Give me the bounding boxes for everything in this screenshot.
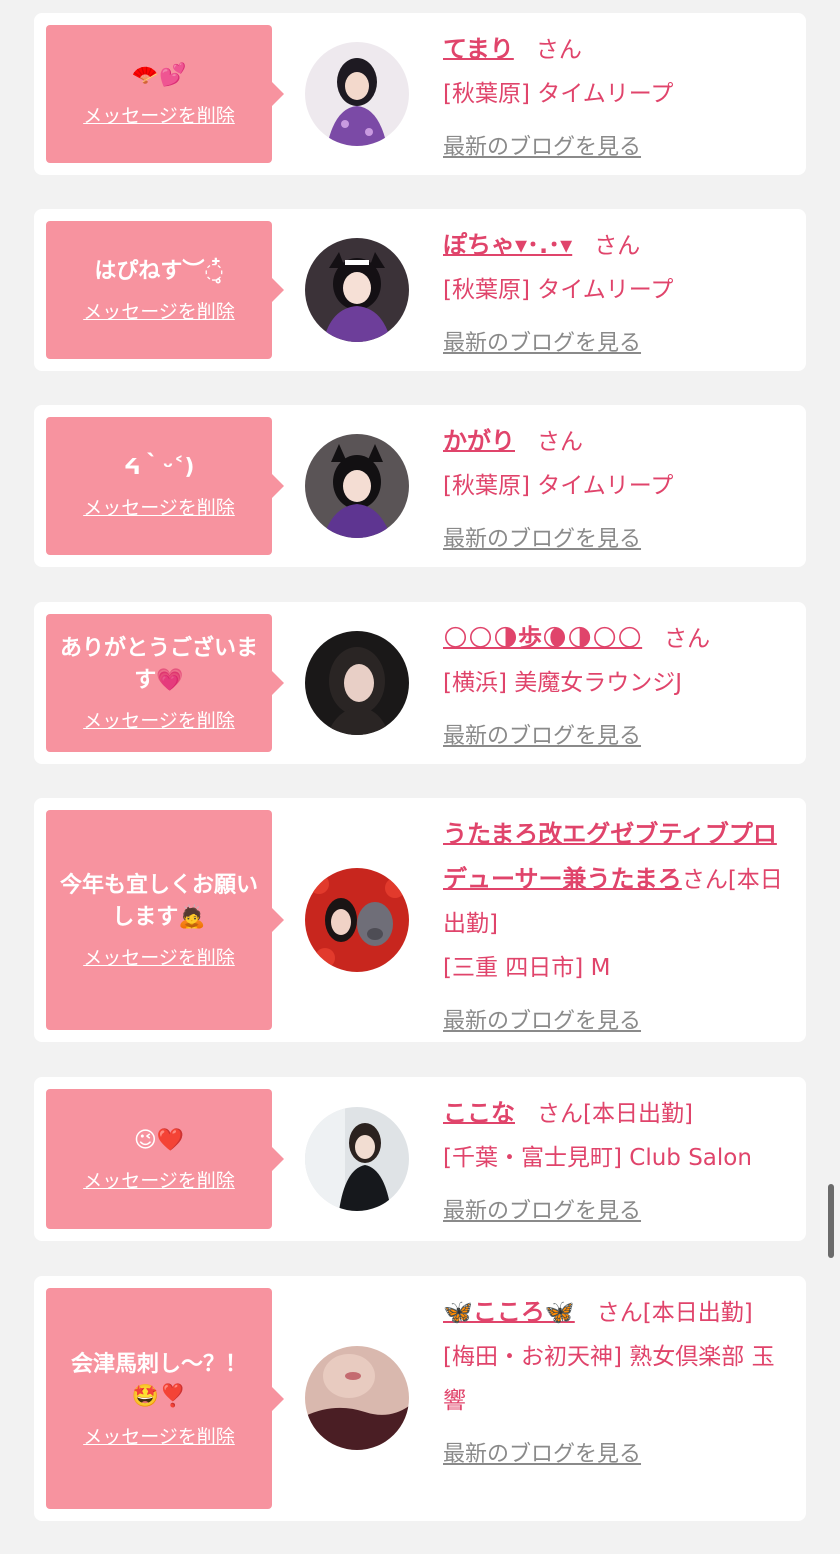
shop-name: [梅田・お初天神] 熟女倶楽部 玉響 xyxy=(443,1344,775,1414)
message-bubble: 今年も宜しくお願いします🙇 メッセージを削除 xyxy=(46,810,284,1030)
delete-message-link[interactable]: メッセージを削除 xyxy=(83,709,235,733)
avatar-image xyxy=(305,434,409,538)
delete-message-link[interactable]: メッセージを削除 xyxy=(83,1169,235,1193)
user-info: 🦋こころ🦋 さん[本日出勤] [梅田・お初天神] 熟女倶楽部 玉響 最新のブログを… xyxy=(443,1290,792,1477)
list-item: ありがとうございます💗 メッセージを削除 🌕🌕🌗歩🌘🌗🌕🌕 さん [横浜] 美魔女… xyxy=(34,602,806,764)
message-bubble: ありがとうございます💗 メッセージを削除 xyxy=(46,614,284,752)
avatar-image xyxy=(305,868,409,972)
delete-message-link[interactable]: メッセージを削除 xyxy=(83,300,235,324)
view-blog-link[interactable]: 最新のブログを見る xyxy=(443,715,792,759)
avatar[interactable] xyxy=(305,1107,409,1211)
user-name-link[interactable]: かがり xyxy=(443,427,515,455)
user-info: かがり さん [秋葉原] タイムリープ 最新のブログを見る xyxy=(443,419,792,562)
list-item: 今年も宜しくお願いします🙇 メッセージを削除 うたまろ改エグゼブティブプロデュー… xyxy=(34,798,806,1042)
honorific: さん[本日出勤] xyxy=(596,1300,753,1326)
view-blog-link[interactable]: 最新のブログを見る xyxy=(443,518,792,562)
delete-message-link[interactable]: メッセージを削除 xyxy=(83,1425,235,1449)
avatar-image xyxy=(305,631,409,735)
shop-name: [横浜] 美魔女ラウンジJ xyxy=(443,670,683,696)
user-name-link[interactable]: てまり xyxy=(443,35,514,63)
avatar[interactable] xyxy=(305,1346,409,1450)
message-bubble: はぴねす︶◌໋̥ メッセージを削除 xyxy=(46,221,284,359)
message-text: はぴねす︶◌໋̥ xyxy=(94,259,224,284)
avatar[interactable] xyxy=(305,868,409,972)
shop-name: [秋葉原] タイムリープ xyxy=(443,81,674,107)
message-bubble: 😉❤️ メッセージを削除 xyxy=(46,1089,284,1229)
delete-message-link[interactable]: メッセージを削除 xyxy=(83,946,235,970)
message-bubble: ᔦ｀ᵕ˂) メッセージを削除 xyxy=(46,417,284,555)
view-blog-link[interactable]: 最新のブログを見る xyxy=(443,1000,792,1044)
avatar[interactable] xyxy=(305,42,409,146)
message-text: 😉❤️ xyxy=(133,1128,185,1153)
list-item: 😉❤️ メッセージを削除 ここな さん[本日出勤] [千葉・富士見町] Club … xyxy=(34,1077,806,1241)
avatar[interactable] xyxy=(305,238,409,342)
message-text: ありがとうございます💗 xyxy=(59,636,258,693)
list-item: はぴねす︶◌໋̥ メッセージを削除 ぽちゃ▾･.･▾ さん [秋葉原] タイムリー… xyxy=(34,209,806,371)
shop-name: [秋葉原] タイムリープ xyxy=(443,277,674,303)
list-item: ᔦ｀ᵕ˂) メッセージを削除 かがり さん [秋葉原] タイムリープ 最新のブログ… xyxy=(34,405,806,567)
user-info: ぽちゃ▾･.･▾ さん [秋葉原] タイムリープ 最新のブログを見る xyxy=(443,223,792,366)
user-info: ここな さん[本日出勤] [千葉・富士見町] Club Salon 最新のブログを… xyxy=(443,1091,792,1234)
delete-message-link[interactable]: メッセージを削除 xyxy=(83,496,235,520)
avatar[interactable] xyxy=(305,434,409,538)
avatar-image xyxy=(305,1346,409,1450)
honorific: さん xyxy=(535,37,582,63)
user-name-link[interactable]: 🦋こころ🦋 xyxy=(443,1298,575,1326)
avatar-image xyxy=(305,238,409,342)
honorific: さん xyxy=(594,233,641,259)
avatar[interactable] xyxy=(305,631,409,735)
avatar-image xyxy=(305,42,409,146)
message-text: 今年も宜しくお願いします🙇 xyxy=(59,873,258,930)
message-list: 🪭💕 メッセージを削除 てまり さん [秋葉原] タイムリープ 最新のブログを見る… xyxy=(0,0,840,1554)
list-item: 会津馬刺し〜？！🤩❣️ メッセージを削除 🦋こころ🦋 さん[本日出勤] [梅田・お… xyxy=(34,1276,806,1521)
message-bubble: 🪭💕 メッセージを削除 xyxy=(46,25,284,163)
shop-name: [三重 四日市] M xyxy=(443,955,611,981)
view-blog-link[interactable]: 最新のブログを見る xyxy=(443,1190,792,1234)
message-text: 会津馬刺し〜？！🤩❣️ xyxy=(70,1351,247,1409)
user-info: てまり さん [秋葉原] タイムリープ 最新のブログを見る xyxy=(443,27,792,170)
user-name-link[interactable]: ぽちゃ▾･.･▾ xyxy=(443,231,572,259)
user-name-link[interactable]: ここな xyxy=(443,1099,515,1127)
user-info: 🌕🌕🌗歩🌘🌗🌕🌕 さん [横浜] 美魔女ラウンジJ 最新のブログを見る xyxy=(443,616,792,759)
honorific: さん xyxy=(537,429,583,455)
message-text: ᔦ｀ᵕ˂) xyxy=(123,455,195,480)
avatar-image xyxy=(305,1107,409,1211)
user-name-link[interactable]: 🌕🌕🌗歩🌘🌗🌕🌕 xyxy=(443,624,642,652)
scrollbar-thumb[interactable] xyxy=(828,1184,834,1258)
message-bubble: 会津馬刺し〜？！🤩❣️ メッセージを削除 xyxy=(46,1288,284,1509)
delete-message-link[interactable]: メッセージを削除 xyxy=(83,104,235,128)
list-item: 🪭💕 メッセージを削除 てまり さん [秋葉原] タイムリープ 最新のブログを見る xyxy=(34,13,806,175)
shop-name: [秋葉原] タイムリープ xyxy=(443,473,674,499)
view-blog-link[interactable]: 最新のブログを見る xyxy=(443,126,792,170)
honorific: さん[本日出勤] xyxy=(537,1101,693,1127)
view-blog-link[interactable]: 最新のブログを見る xyxy=(443,1433,792,1477)
shop-name: [千葉・富士見町] Club Salon xyxy=(443,1145,752,1171)
message-text: 🪭💕 xyxy=(131,63,187,88)
user-info: うたまろ改エグゼブティブプロデューサー兼うたまろさん[本日出勤] [三重 四日市… xyxy=(443,812,792,1044)
honorific: さん xyxy=(664,626,711,652)
view-blog-link[interactable]: 最新のブログを見る xyxy=(443,322,792,366)
